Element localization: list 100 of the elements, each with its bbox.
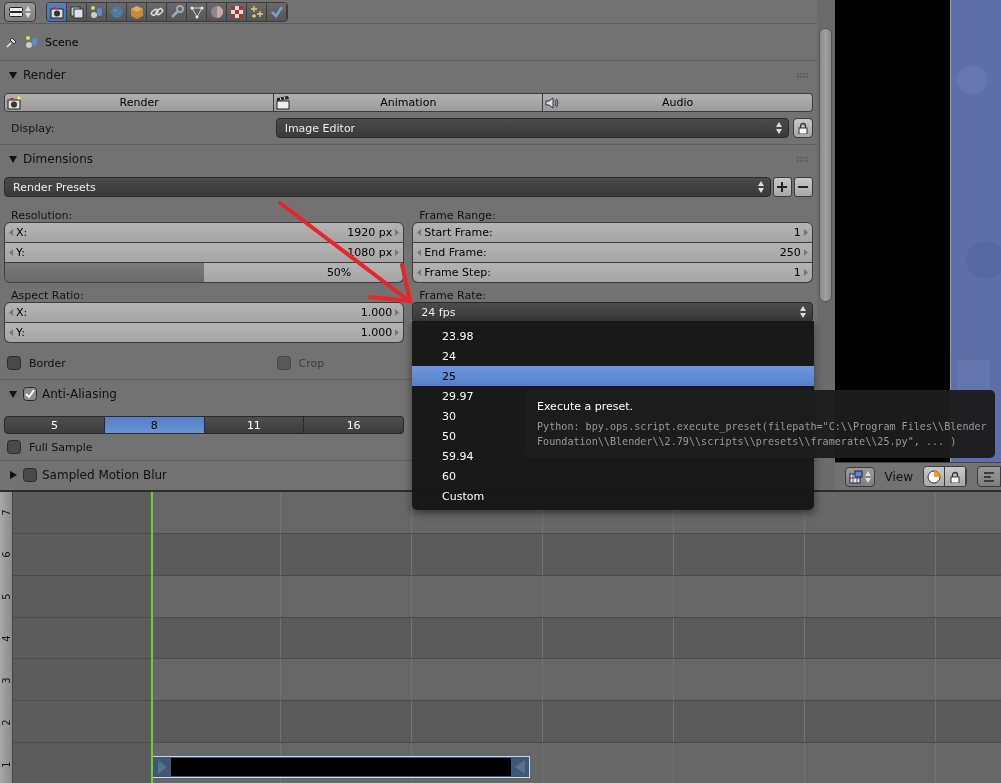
number-field[interactable]: Frame Step: 1 [412,263,813,283]
properties-tab[interactable] [207,2,227,21]
sequence-strip[interactable] [152,755,530,778]
lock-button[interactable] [792,118,813,138]
samples-option[interactable]: 8 [104,416,205,434]
properties-tab[interactable] [67,2,87,21]
right-arrow-icon [395,329,400,336]
right-arrow-icon [803,249,808,256]
left-arrow-icon [417,269,422,276]
number-field[interactable]: X: 1.000 [4,302,405,323]
field-label: X: [16,226,28,239]
channel-number: 6 [0,551,12,558]
action-button[interactable]: Audio [543,93,813,112]
section-label: Aspect Ratio: [10,288,85,302]
drag-grip-icon [796,72,809,78]
checkbox[interactable] [23,468,37,482]
checked-checkbox[interactable] [23,387,37,401]
field-label: End Frame: [424,246,487,259]
samples-option[interactable]: 5 [4,416,105,434]
properties-tab[interactable] [87,2,107,21]
menu-item[interactable]: 23.98 [412,326,814,346]
menu-item[interactable]: 24 [412,346,814,366]
field-value: 250 [779,246,801,259]
field-value: 1 [793,266,801,279]
menu-item[interactable]: Custom [412,486,814,506]
shapes-icon [89,4,104,19]
speaker-icon [545,95,560,110]
channel-number: 7 [0,509,12,517]
left-arrow-icon [417,229,422,236]
image-grid-icon [848,469,863,484]
up-down-arrows-icon [757,181,764,193]
up-down-arrows-icon [25,5,31,18]
panel-header[interactable]: Dimensions [0,149,817,169]
properties-tab[interactable] [227,2,247,21]
field-label: Start Frame: [424,226,493,239]
samples-option[interactable]: 11 [204,416,305,434]
panel-header[interactable]: Render [0,65,817,85]
drag-grip-icon [796,156,809,162]
channel-number: 3 [0,677,12,684]
properties-tab[interactable] [167,2,187,21]
number-field[interactable]: Start Frame: 1 [412,222,813,243]
checkbox[interactable] [7,356,21,370]
render-slot-button[interactable] [924,467,945,486]
channel-number: 2 [0,719,12,726]
sphere-icon [209,4,224,19]
section-label: Frame Range: [418,208,497,222]
action-button[interactable]: Animation [274,93,544,112]
up-down-arrows-icon [775,122,782,134]
number-field[interactable]: Y: 1080 px [4,243,405,263]
number-field[interactable]: X: 1920 px [4,222,405,243]
section-label: Frame Rate: [418,288,488,302]
up-down-arrows-icon [799,306,806,318]
padlock-icon [950,470,960,483]
scrollbar-thumb[interactable] [819,28,833,302]
menu-item[interactable]: 25 [412,366,814,386]
properties-tab[interactable] [247,2,267,21]
properties-tab[interactable] [127,2,147,21]
panel-title: Dimensions [23,152,94,166]
display-dropdown[interactable]: Image Editor [275,118,789,138]
camera-icon [49,4,64,19]
plus-icon [777,182,788,192]
menu-item[interactable]: 60 [412,466,814,486]
checkbox[interactable] [7,440,21,454]
python-code-line: Foundation\\Blender\\2.79\\scripts\\presets\\framerate\\25.py", ... ) [537,435,958,449]
frame-rate-dropdown[interactable]: 24 fps [412,302,813,322]
view-menu[interactable]: View [884,469,913,484]
percentage-slider[interactable]: 50% [4,263,405,283]
right-handle-icon [157,759,167,774]
properties-tab[interactable] [187,2,207,21]
checkmark-icon [269,4,284,19]
presets-dropdown[interactable]: Render Presets [4,177,771,197]
left-arrow-icon [9,249,13,256]
right-arrow-icon [803,229,808,236]
samples-option[interactable]: 16 [304,416,404,434]
properties-tab[interactable] [47,2,67,21]
field-value: 1.000 [360,326,393,339]
panel-title: Anti-Aliasing [42,387,117,401]
display-label: Display: [10,121,55,135]
editor-type-button[interactable] [844,466,875,487]
left-arrow-icon [9,309,13,316]
channel-number: 5 [0,593,12,600]
properties-tab[interactable] [267,2,287,21]
field-label: Frame Step: [424,266,491,279]
panel-title: Render [23,68,66,82]
field-label: X: [16,306,28,319]
properties-tab[interactable] [147,2,167,21]
remove-preset-button[interactable] [793,177,813,197]
padlock-icon [797,122,808,134]
field-value: 1.000 [360,306,393,319]
add-preset-button[interactable] [772,177,792,197]
left-handle-icon [515,759,525,774]
toolbar-button[interactable] [977,466,1001,487]
lock-button[interactable] [945,467,966,486]
checkbox-label: Full Sample [29,440,93,454]
number-field[interactable]: Y: 1.000 [4,323,405,343]
channel-number: 4 [0,635,12,642]
editor-type-button[interactable] [4,1,36,22]
action-button[interactable]: Render [4,93,275,112]
number-field[interactable]: End Frame: 250 [412,243,813,263]
clapperboard-icon [276,95,291,110]
